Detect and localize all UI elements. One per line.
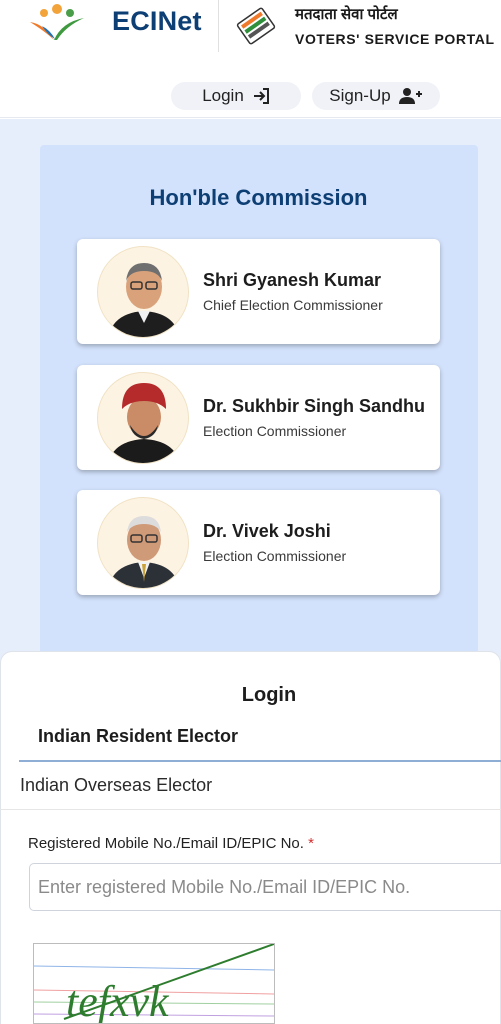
commissioner-photo <box>97 372 189 464</box>
commissioner-card: Dr. Sukhbir Singh Sandhu Election Commis… <box>77 365 440 470</box>
eci-logo-icon[interactable] <box>26 2 88 42</box>
tab-indian-overseas-elector[interactable]: Indian Overseas Elector <box>20 775 212 796</box>
signup-button[interactable]: Sign-Up <box>312 82 440 110</box>
field-label-text: Registered Mobile No./Email ID/EPIC No. <box>28 835 304 852</box>
tab-indian-resident-elector[interactable]: Indian Resident Elector <box>38 726 238 747</box>
mobile-email-epic-label: Registered Mobile No./Email ID/EPIC No. … <box>28 835 314 852</box>
commissioner-role: Chief Election Commissioner <box>203 297 383 313</box>
commissioner-name: Shri Gyanesh Kumar <box>203 270 382 290</box>
add-user-icon <box>398 88 422 104</box>
commissioner-name: Dr. Sukhbir Singh Sandhu <box>203 396 426 416</box>
captcha-text: tefxvk <box>66 977 170 1024</box>
commissioner-card: Shri Gyanesh Kumar Chief Election Commis… <box>77 239 440 344</box>
captcha-image: tefxvk <box>33 943 275 1024</box>
commissioner-photo <box>97 497 189 589</box>
required-mark: * <box>308 835 314 852</box>
header-divider <box>218 0 219 52</box>
portal-title-hindi: मतदाता सेवा पोर्टल <box>295 6 398 23</box>
commissioner-photo <box>97 246 189 338</box>
commission-title: Hon'ble Commission <box>149 185 368 210</box>
login-title: Login <box>241 684 297 706</box>
commissioner-role: Election Commissioner <box>203 548 347 564</box>
mobile-email-epic-input[interactable] <box>29 863 501 911</box>
signup-button-label: Sign-Up <box>329 86 391 105</box>
login-icon <box>253 88 269 104</box>
login-button-label: Login <box>202 86 244 105</box>
active-tab-indicator <box>19 760 501 762</box>
voters-portal-logo-icon <box>236 7 276 45</box>
brand-name: ECINet <box>112 6 202 36</box>
portal-title-english: VOTERS' SERVICE PORTAL <box>295 31 495 47</box>
commissioner-role: Election Commissioner <box>203 423 347 439</box>
commissioner-name: Dr. Vivek Joshi <box>203 521 331 541</box>
commissioner-card: Dr. Vivek Joshi Election Commissioner <box>77 490 440 595</box>
login-button[interactable]: Login <box>171 82 301 110</box>
site-header: ECINet मतदाता सेवा पोर्टल VOTERS' SERVIC… <box>0 0 501 118</box>
tab-divider <box>0 809 501 810</box>
